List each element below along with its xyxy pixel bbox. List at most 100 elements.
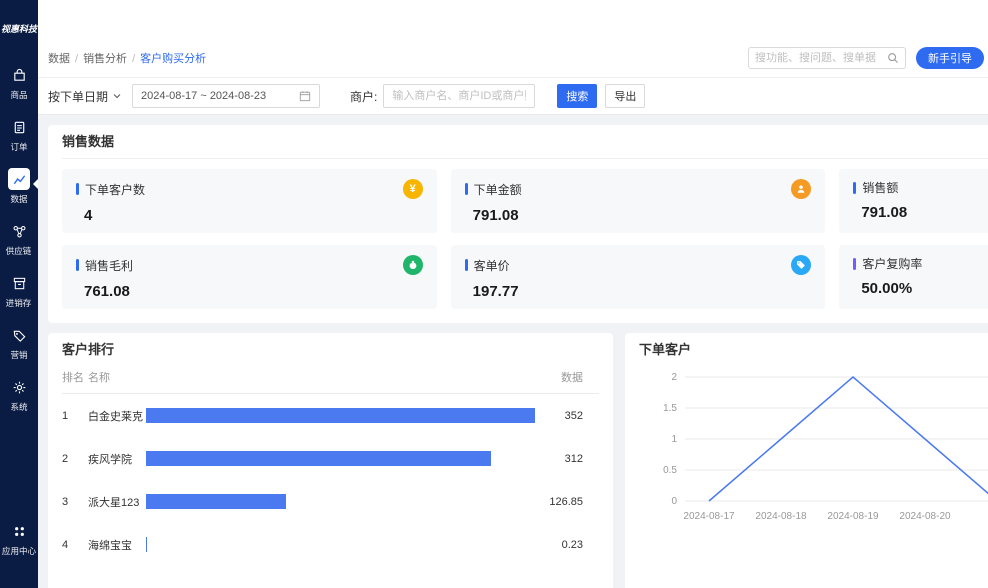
stat-value: 791.08 xyxy=(465,207,812,224)
customer-name: 派大星123 xyxy=(88,494,146,510)
chevron-down-icon xyxy=(112,91,122,101)
sidebar: 视惠科技 商品订单数据供应链进销存营销系统 应用中心 xyxy=(0,0,38,588)
sidebar-item-label: 进销存 xyxy=(6,296,32,308)
date-range-value: 2024-08-17 ~ 2024-08-23 xyxy=(141,90,266,102)
svg-text:2024-08-18: 2024-08-18 xyxy=(755,511,807,522)
breadcrumb-item[interactable]: 销售分析 xyxy=(83,53,127,65)
filter-bar: 按下单日期 2024-08-17 ~ 2024-08-23 商户: 搜索 导出 xyxy=(38,78,988,115)
ranking-value: 312 xyxy=(535,453,599,465)
app-center-icon xyxy=(8,520,30,542)
ranking-row: 4海绵宝宝0.23 xyxy=(62,523,599,566)
sidebar-item-label: 订单 xyxy=(10,140,27,152)
sidebar-item-data[interactable]: 数据 xyxy=(0,165,38,208)
main-area: 数据 / 销售分析 / 客户购买分析 新手引导 按下单日期 2024-08-17 xyxy=(38,0,988,588)
svg-text:0.5: 0.5 xyxy=(663,465,677,476)
content: 销售数据 下单客户数¥4下单金额791.08销售额791.08销售毛利761.0… xyxy=(38,115,988,588)
rank-number: 4 xyxy=(62,539,88,551)
svg-text:2024-08-19: 2024-08-19 xyxy=(827,511,879,522)
bar-track xyxy=(146,494,535,509)
sidebar-item-label: 供应链 xyxy=(6,244,32,256)
supply-chain-icon xyxy=(8,220,30,242)
topbar: 数据 / 销售分析 / 客户购买分析 新手引导 xyxy=(38,0,988,78)
ranking-bar xyxy=(146,408,535,423)
sidebar-item-label: 数据 xyxy=(10,192,27,204)
svg-text:0: 0 xyxy=(671,496,677,507)
svg-text:1: 1 xyxy=(671,434,677,445)
stat-label: 客户复购率 xyxy=(862,255,922,272)
column-name: 名称 xyxy=(88,369,146,385)
sidebar-item-system[interactable]: 系统 xyxy=(0,373,38,416)
rank-number: 2 xyxy=(62,453,88,465)
date-type-select[interactable]: 按下单日期 xyxy=(48,88,122,105)
orders-icon xyxy=(8,116,30,138)
app-root: 视惠科技 商品订单数据供应链进销存营销系统 应用中心 数据/销售分析/客户购买分… xyxy=(0,0,988,588)
ranking-rows: 1白金史莱克3522疾风学院3123派大星123126.854海绵宝宝0.23 xyxy=(62,394,599,566)
newbie-guide-button[interactable]: 新手引导 xyxy=(916,47,984,69)
bar-track xyxy=(146,408,535,423)
stat-card-label-group: 客户复购率 xyxy=(853,255,922,272)
stat-accent-bar xyxy=(465,183,468,195)
search-button[interactable]: 搜索 xyxy=(557,84,597,108)
topbar-right: 新手引导 xyxy=(748,47,984,69)
breadcrumb-item: 客户购买分析 xyxy=(140,53,206,65)
customer-name: 海绵宝宝 xyxy=(88,537,146,553)
stat-card-label-group: 销售毛利 xyxy=(76,257,133,274)
sidebar-item-goods[interactable]: 商品 xyxy=(0,61,38,104)
stat-card-label-group: 销售额 xyxy=(853,179,898,196)
marketing-icon xyxy=(8,324,30,346)
goods-icon xyxy=(8,64,30,86)
export-button[interactable]: 导出 xyxy=(605,84,645,108)
breadcrumb-item[interactable]: 数据 xyxy=(48,53,70,65)
breadcrumb-separator: / xyxy=(132,53,135,65)
global-search-input[interactable] xyxy=(749,52,887,64)
money-bag-icon xyxy=(403,255,423,275)
merchant-search-input[interactable] xyxy=(383,84,535,108)
stat-card: 下单金额 791.08 xyxy=(451,169,826,233)
stat-accent-bar xyxy=(76,183,79,195)
stat-card-header: 客单价 xyxy=(465,255,812,275)
sidebar-menu: 商品订单数据供应链进销存营销系统 xyxy=(0,61,38,416)
svg-text:2024-08-17: 2024-08-17 xyxy=(683,511,735,522)
customer-name: 白金史莱克 xyxy=(88,408,146,424)
stat-accent-bar xyxy=(853,182,856,194)
stat-card-header: 下单金额 xyxy=(465,179,812,199)
column-value: 数据 xyxy=(535,369,599,385)
inventory-icon xyxy=(8,272,30,294)
breadcrumb-separator: / xyxy=(75,53,78,65)
stat-card-header: 客户复购率 xyxy=(853,255,988,272)
svg-text:1.5: 1.5 xyxy=(663,403,677,414)
column-rank: 排名 xyxy=(62,369,88,385)
sidebar-item-app-center[interactable]: 应用中心 xyxy=(0,517,38,560)
sidebar-item-orders[interactable]: 订单 xyxy=(0,113,38,156)
date-range-input[interactable]: 2024-08-17 ~ 2024-08-23 xyxy=(132,84,320,108)
stat-card: 下单客户数 ¥4 xyxy=(62,169,437,233)
stat-card-header: 销售毛利 xyxy=(76,255,423,275)
app-logo: 视惠科技 xyxy=(1,22,37,35)
order-customers-card: 下单客户 00.511.522024-08-172024-08-182024-0… xyxy=(625,333,988,588)
bar-track xyxy=(146,537,535,552)
svg-text:2024-08-20: 2024-08-20 xyxy=(899,511,951,522)
data-chart-icon xyxy=(8,168,30,190)
ranking-bar xyxy=(146,494,286,509)
stat-value: 761.08 xyxy=(76,283,423,300)
bottom-row: 客户排行 排名 名称 数据 1白金史莱克3522疾风学院3123派大星12312… xyxy=(48,333,988,588)
stat-value: 4 xyxy=(76,207,423,224)
ranking-row: 2疾风学院312 xyxy=(62,437,599,480)
stat-value: 50.00% xyxy=(853,280,988,297)
sidebar-item-supply-chain[interactable]: 供应链 xyxy=(0,217,38,260)
rank-number: 1 xyxy=(62,410,88,422)
search-icon[interactable] xyxy=(887,52,899,64)
yuan-icon: ¥ xyxy=(403,179,423,199)
stat-accent-bar xyxy=(853,258,856,270)
sidebar-item-inventory[interactable]: 进销存 xyxy=(0,269,38,312)
stat-value: 791.08 xyxy=(853,204,988,221)
date-type-label: 按下单日期 xyxy=(48,88,108,105)
order-customers-chart: 00.511.522024-08-172024-08-182024-08-192… xyxy=(639,363,988,548)
global-search-box[interactable] xyxy=(748,47,906,69)
stat-card: 销售额 791.08 xyxy=(839,169,988,233)
ranking-row: 1白金史莱克352 xyxy=(62,394,599,437)
stat-label: 下单客户数 xyxy=(85,181,145,198)
sidebar-item-marketing[interactable]: 营销 xyxy=(0,321,38,364)
stat-label: 销售毛利 xyxy=(85,257,133,274)
sidebar-item-label: 营销 xyxy=(10,348,27,360)
